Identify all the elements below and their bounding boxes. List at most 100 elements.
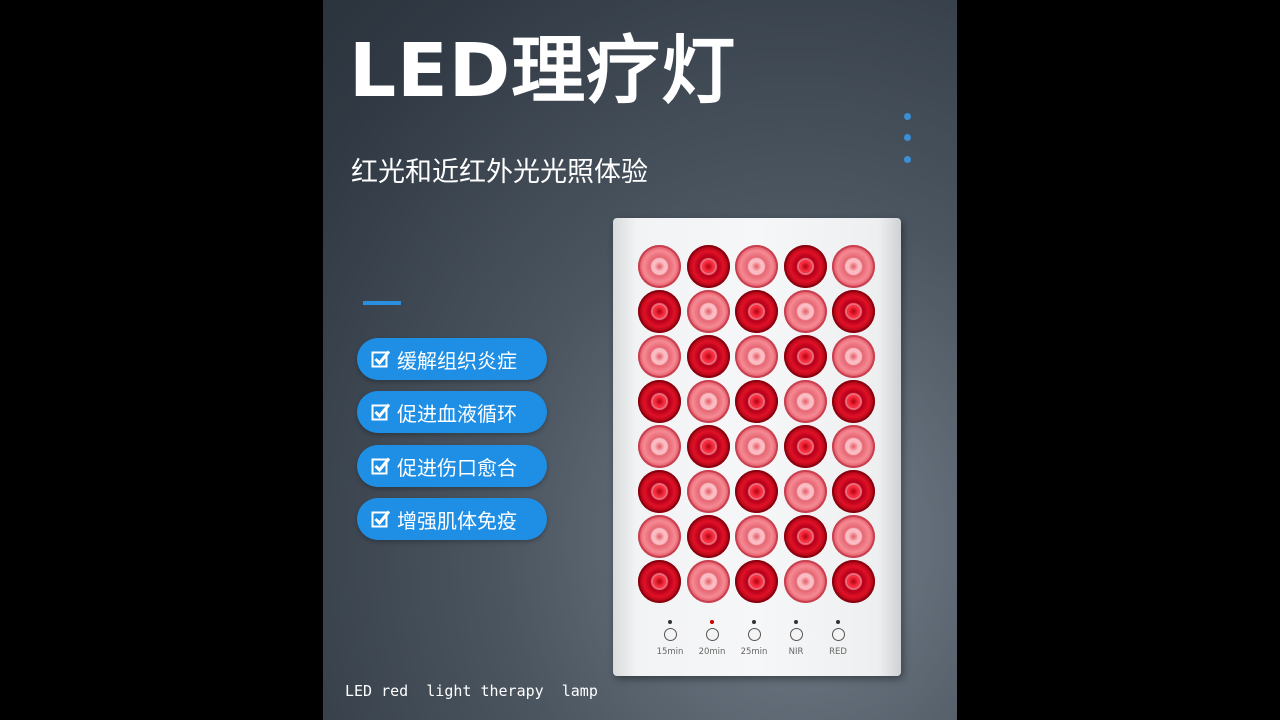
led-lens-ring bbox=[796, 483, 814, 500]
led-lens-ring bbox=[651, 393, 668, 410]
led-lens-ring bbox=[699, 303, 717, 320]
led-lens-ring bbox=[796, 258, 814, 275]
led-lens-ring bbox=[651, 483, 668, 500]
control-label: RED bbox=[829, 647, 847, 657]
nir-led bbox=[638, 335, 681, 378]
indicator-light bbox=[752, 620, 756, 624]
nir-led bbox=[686, 290, 730, 333]
led-lens-ring bbox=[796, 573, 814, 590]
control-button[interactable] bbox=[705, 628, 719, 641]
nir-led bbox=[832, 425, 875, 468]
nir-led bbox=[783, 560, 827, 603]
red-led bbox=[686, 335, 730, 378]
accent-divider bbox=[363, 301, 401, 305]
feature-label: 增强肌体免疫 bbox=[397, 508, 517, 533]
led-lens-ring bbox=[748, 393, 765, 410]
red-led bbox=[735, 560, 778, 603]
feature-badge: 促进伤口愈合 bbox=[357, 445, 547, 487]
red-led bbox=[638, 470, 681, 513]
red-led bbox=[783, 335, 827, 378]
led-grid bbox=[638, 245, 878, 605]
red-led bbox=[638, 560, 681, 603]
red-led bbox=[832, 560, 875, 603]
led-lens-ring bbox=[796, 528, 814, 545]
red-led bbox=[832, 380, 875, 423]
indicator-light bbox=[668, 620, 672, 624]
led-lens-ring bbox=[651, 303, 668, 320]
led-lens-ring bbox=[651, 528, 668, 545]
led-lens-ring bbox=[699, 348, 717, 365]
nir-led bbox=[686, 560, 730, 603]
nir-led bbox=[686, 470, 730, 513]
page-subtitle: 红光和近红外光光照体验 bbox=[351, 157, 648, 188]
checkbox-checked-icon bbox=[371, 350, 391, 368]
led-lens-ring bbox=[651, 573, 668, 590]
red-led bbox=[686, 515, 730, 558]
nir-led bbox=[735, 515, 778, 558]
feature-badge: 缓解组织炎症 bbox=[357, 338, 547, 380]
nir-led bbox=[638, 245, 681, 288]
led-lens-ring bbox=[845, 303, 862, 320]
control-label: 25min bbox=[740, 647, 768, 657]
led-lens-ring bbox=[748, 348, 765, 365]
red-led bbox=[735, 380, 778, 423]
led-lens-ring bbox=[748, 573, 765, 590]
control-label: 20min bbox=[698, 647, 726, 657]
timer-20min-control[interactable]: 20min bbox=[692, 620, 732, 657]
led-lens-ring bbox=[845, 528, 862, 545]
feature-badge: 增强肌体免疫 bbox=[357, 498, 547, 540]
nir-mode-control[interactable]: NIR bbox=[776, 620, 816, 657]
control-button[interactable] bbox=[663, 628, 677, 641]
led-lens-ring bbox=[845, 573, 862, 590]
led-lens-ring bbox=[651, 258, 668, 275]
control-button[interactable] bbox=[831, 628, 845, 641]
checkbox-checked-icon bbox=[371, 403, 391, 421]
led-lens-ring bbox=[699, 258, 717, 275]
feature-label: 促进伤口愈合 bbox=[397, 455, 517, 480]
nir-led bbox=[638, 425, 681, 468]
led-lens-ring bbox=[796, 393, 814, 410]
led-lens-ring bbox=[748, 258, 765, 275]
led-lens-ring bbox=[845, 258, 862, 275]
nir-led bbox=[832, 335, 875, 378]
led-lens-ring bbox=[845, 393, 862, 410]
nir-led bbox=[735, 425, 778, 468]
led-lens-ring bbox=[699, 528, 717, 545]
led-lens-ring bbox=[748, 438, 765, 455]
red-led bbox=[735, 470, 778, 513]
led-lens-ring bbox=[796, 438, 814, 455]
led-lens-ring bbox=[651, 438, 668, 455]
nir-led bbox=[783, 290, 827, 333]
led-lens-ring bbox=[699, 438, 717, 455]
control-button[interactable] bbox=[789, 628, 803, 641]
nir-led bbox=[832, 515, 875, 558]
led-lens-ring bbox=[651, 348, 668, 365]
feature-label: 缓解组织炎症 bbox=[397, 348, 517, 373]
indicator-light bbox=[836, 620, 840, 624]
product-banner: LED理疗灯 红光和近红外光光照体验 缓解组织炎症 促进血液循环 促进伤口愈合 bbox=[323, 0, 957, 720]
red-led bbox=[832, 470, 875, 513]
checkbox-checked-icon bbox=[371, 510, 391, 528]
red-led bbox=[686, 245, 730, 288]
timer-25min-control[interactable]: 25min bbox=[734, 620, 774, 657]
led-therapy-panel: 15min 20min 25min NIR RED bbox=[613, 218, 901, 676]
red-led bbox=[686, 425, 730, 468]
timer-15min-control[interactable]: 15min bbox=[650, 620, 690, 657]
led-lens-ring bbox=[699, 483, 717, 500]
indicator-light bbox=[710, 620, 714, 624]
red-mode-control[interactable]: RED bbox=[818, 620, 858, 657]
page-title: LED理疗灯 bbox=[349, 28, 737, 114]
nir-led bbox=[832, 245, 875, 288]
control-button[interactable] bbox=[747, 628, 761, 641]
control-label: NIR bbox=[788, 647, 804, 657]
nir-led bbox=[783, 470, 827, 513]
nir-led bbox=[638, 515, 681, 558]
control-label: 15min bbox=[656, 647, 684, 657]
red-led bbox=[638, 380, 681, 423]
product-caption: LED red light therapy lamp bbox=[345, 682, 598, 700]
checkbox-checked-icon bbox=[371, 457, 391, 475]
red-led bbox=[735, 290, 778, 333]
nir-led bbox=[783, 380, 827, 423]
indicator-light bbox=[794, 620, 798, 624]
red-led bbox=[783, 515, 827, 558]
